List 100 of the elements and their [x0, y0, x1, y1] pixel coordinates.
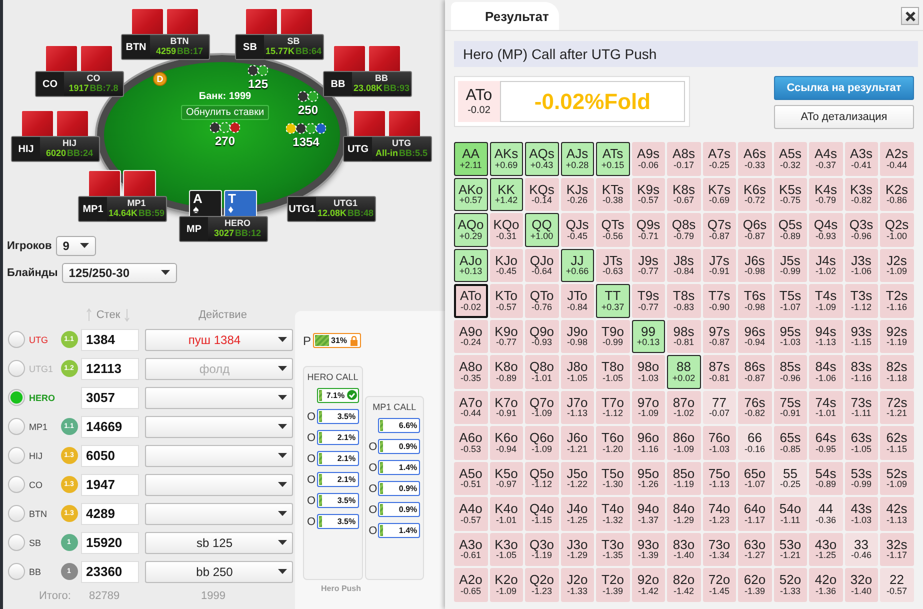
- action-select[interactable]: [145, 416, 293, 438]
- hand-cell[interactable]: 73s -1.11: [844, 390, 878, 424]
- hand-cell[interactable]: T9s -0.77: [632, 284, 665, 318]
- hand-cell[interactable]: A9s -0.06: [632, 142, 665, 176]
- range-bar[interactable]: 1.4%: [378, 460, 420, 475]
- range-bar[interactable]: 0.9%: [378, 439, 420, 454]
- range-bar[interactable]: 3.5%: [316, 514, 359, 529]
- hand-cell[interactable]: J4o -1.25: [560, 497, 594, 530]
- hand-cell[interactable]: Q7o -1.09: [525, 390, 558, 424]
- hand-cell[interactable]: J4s -1.02: [809, 248, 842, 282]
- hand-cell[interactable]: 33 -0.46: [844, 532, 878, 566]
- hand-cell[interactable]: Q5s -0.89: [774, 213, 807, 246]
- hand-cell[interactable]: T9o -0.99: [596, 320, 630, 353]
- hand-cell[interactable]: K4o -1.01: [490, 497, 523, 530]
- hand-cell[interactable]: 42o -1.36: [809, 568, 842, 602]
- hand-cell[interactable]: AA +2.11: [454, 142, 488, 176]
- hand-cell[interactable]: Q7s -0.87: [702, 213, 736, 246]
- range-bar[interactable]: 1.4%: [378, 523, 420, 538]
- stack-field[interactable]: 15920: [81, 532, 139, 554]
- range-bar[interactable]: 3.5%: [316, 493, 359, 508]
- hand-cell[interactable]: 64o -1.17: [738, 497, 772, 530]
- hero-radio[interactable]: [8, 360, 25, 377]
- hand-cell[interactable]: 86o -1.09: [667, 426, 700, 460]
- hand-cell[interactable]: T3s -1.12: [844, 284, 878, 318]
- hand-cell[interactable]: J2s -1.09: [880, 248, 914, 282]
- action-select[interactable]: bb 250: [145, 560, 293, 582]
- hand-cell[interactable]: JTs -0.63: [596, 248, 630, 282]
- hand-cell[interactable]: A6o -0.53: [454, 426, 488, 460]
- hand-cell[interactable]: J6o -1.21: [560, 426, 594, 460]
- hand-cell[interactable]: 52o -1.33: [774, 568, 807, 602]
- range-bar[interactable]: 2.1%: [316, 472, 359, 487]
- hand-cell[interactable]: 72o -1.45: [702, 568, 736, 602]
- hand-cell[interactable]: 94s -1.13: [809, 320, 842, 353]
- hand-cell[interactable]: 84s -1.06: [809, 355, 842, 388]
- action-select[interactable]: [145, 444, 293, 466]
- hand-cell[interactable]: QJs -0.45: [560, 213, 594, 246]
- hand-cell[interactable]: J3s -1.06: [844, 248, 878, 282]
- hand-cell[interactable]: K7o -0.91: [490, 390, 523, 424]
- hand-cell[interactable]: T6o -1.20: [596, 426, 630, 460]
- hand-cell[interactable]: 64s -0.95: [809, 426, 842, 460]
- hand-cell[interactable]: K9o -0.77: [490, 320, 523, 353]
- hand-cell[interactable]: 63s -1.05: [844, 426, 878, 460]
- hand-cell[interactable]: J3o -1.29: [560, 532, 594, 566]
- hero-radio[interactable]: [8, 476, 25, 493]
- hand-cell[interactable]: 83o -1.40: [667, 532, 700, 566]
- hand-cell[interactable]: Q3o -1.19: [525, 532, 558, 566]
- hand-cell[interactable]: 85o -1.19: [667, 462, 700, 495]
- hand-cell[interactable]: J8o -1.05: [560, 355, 594, 388]
- hand-cell[interactable]: ATs +0.15: [596, 142, 630, 176]
- result-tab[interactable]: Результат: [451, 2, 559, 30]
- hand-cell[interactable]: 96o -1.16: [632, 426, 665, 460]
- hand-cell[interactable]: A4o -0.57: [454, 497, 488, 530]
- hand-cell[interactable]: 44 -0.36: [809, 497, 842, 530]
- hand-cell[interactable]: K8s -0.67: [667, 178, 700, 211]
- hand-cell[interactable]: Q3s -0.96: [844, 213, 878, 246]
- hand-cell[interactable]: 98s -0.81: [667, 320, 700, 353]
- hand-cell[interactable]: 53s -0.99: [844, 462, 878, 495]
- hand-cell[interactable]: K5o -0.97: [490, 462, 523, 495]
- hand-cell[interactable]: Q9o -0.93: [525, 320, 558, 353]
- hand-cell[interactable]: T7o -1.12: [596, 390, 630, 424]
- hand-cell[interactable]: AKo +0.57: [454, 178, 488, 211]
- hand-cell[interactable]: 87s -0.81: [702, 355, 736, 388]
- reset-bets-button[interactable]: Обнулить ставки: [180, 105, 270, 120]
- action-select[interactable]: [145, 474, 293, 496]
- stack-field[interactable]: 14669: [81, 416, 139, 438]
- hand-cell[interactable]: A5o -0.51: [454, 462, 488, 495]
- hand-cell[interactable]: 97s -0.87: [702, 320, 736, 353]
- hand-cell[interactable]: K3o -1.05: [490, 532, 523, 566]
- hand-cell[interactable]: A8s -0.17: [667, 142, 700, 176]
- hand-cell[interactable]: KJs -0.26: [560, 178, 594, 211]
- hand-cell[interactable]: 88 +0.02: [667, 355, 700, 388]
- hero-radio[interactable]: [8, 331, 25, 348]
- push-range-bar[interactable]: 31%: [313, 333, 362, 348]
- hand-cell[interactable]: K2s -0.86: [880, 178, 914, 211]
- hand-cell[interactable]: JTo -0.84: [560, 284, 594, 318]
- action-select[interactable]: пуш 1384: [145, 328, 293, 350]
- hand-cell[interactable]: 62o -1.39: [738, 568, 772, 602]
- hand-cell[interactable]: 75s -0.91: [774, 390, 807, 424]
- action-select[interactable]: [145, 386, 293, 408]
- hand-cell[interactable]: ATo -0.02: [454, 284, 488, 318]
- hand-cell[interactable]: T4s -1.09: [809, 284, 842, 318]
- hand-cell[interactable]: JJ +0.66: [560, 248, 594, 282]
- hand-cell[interactable]: 53o -1.21: [774, 532, 807, 566]
- hand-cell[interactable]: QTs -0.56: [596, 213, 630, 246]
- hand-cell[interactable]: T3o -1.35: [596, 532, 630, 566]
- hand-cell[interactable]: K8o -0.89: [490, 355, 523, 388]
- hand-cell[interactable]: A8o -0.35: [454, 355, 488, 388]
- hand-cell[interactable]: 55 -0.25: [774, 462, 807, 495]
- hand-cell[interactable]: 65s -0.85: [774, 426, 807, 460]
- hand-cell[interactable]: 93s -1.15: [844, 320, 878, 353]
- hand-cell[interactable]: A7s -0.25: [702, 142, 736, 176]
- hand-cell[interactable]: QTo -0.76: [525, 284, 558, 318]
- hand-cell[interactable]: 84o -1.29: [667, 497, 700, 530]
- hand-cell[interactable]: A4s -0.37: [809, 142, 842, 176]
- arrow-down-icon[interactable]: [124, 308, 130, 322]
- hand-cell[interactable]: Q4o -1.15: [525, 497, 558, 530]
- hand-cell[interactable]: K4s -0.79: [809, 178, 842, 211]
- hand-cell[interactable]: 54o -1.11: [774, 497, 807, 530]
- hand-cell[interactable]: KTs -0.38: [596, 178, 630, 211]
- hand-cell[interactable]: QQ +1.00: [525, 213, 558, 246]
